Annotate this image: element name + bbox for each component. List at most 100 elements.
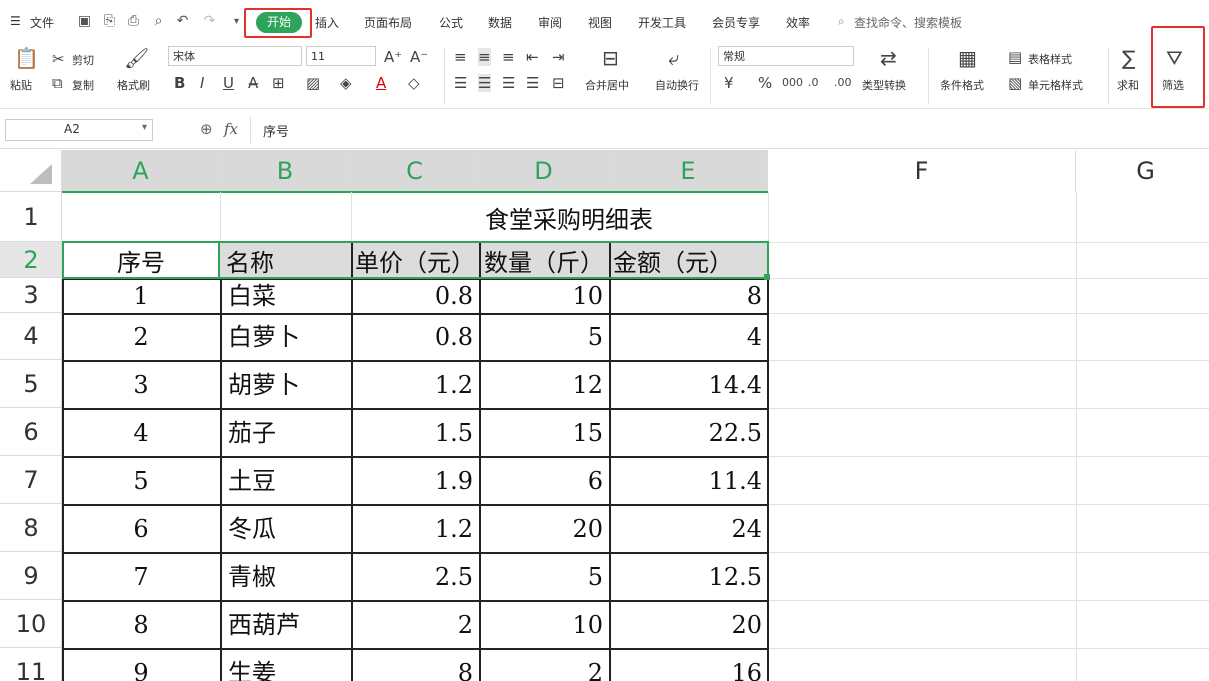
cell-e8[interactable]: 24 bbox=[611, 506, 768, 552]
cell-b6[interactable]: 茄子 bbox=[222, 410, 351, 456]
cell-c10[interactable]: 2 bbox=[353, 602, 479, 648]
column-header-a[interactable]: A bbox=[62, 150, 220, 192]
tab-developer[interactable]: 开发工具 bbox=[638, 14, 686, 31]
wrap-text-icon[interactable]: ⤶ bbox=[668, 46, 679, 70]
row-header-6[interactable]: 6 bbox=[0, 408, 62, 456]
font-name-select[interactable]: 宋体 bbox=[168, 46, 302, 66]
sum-icon[interactable]: ∑ bbox=[1122, 46, 1135, 70]
merge-center-icon[interactable]: ⊟ bbox=[602, 46, 619, 70]
align-top-icon[interactable]: ≡ bbox=[454, 48, 467, 66]
undo-icon[interactable]: ↶ bbox=[174, 13, 191, 30]
scissors-icon[interactable]: ✂ bbox=[52, 50, 65, 68]
row-header-11[interactable]: 11 bbox=[0, 648, 62, 681]
column-header-b[interactable]: B bbox=[220, 150, 351, 192]
merge-center-button[interactable]: 合并居中 bbox=[585, 77, 629, 93]
row-header-3[interactable]: 3 bbox=[0, 278, 62, 313]
search-icon[interactable]: ⌕ bbox=[838, 14, 845, 29]
copy-icon[interactable]: ⧉ bbox=[52, 74, 63, 92]
cell-b3[interactable]: 白菜 bbox=[222, 280, 351, 313]
chevron-down-icon[interactable]: ▾ bbox=[142, 122, 147, 133]
align-left-icon[interactable]: ☰ bbox=[454, 74, 467, 92]
cell-d8[interactable]: 20 bbox=[481, 506, 609, 552]
cell-a10[interactable]: 8 bbox=[62, 602, 220, 648]
row-header-8[interactable]: 8 bbox=[0, 504, 62, 552]
conditional-format-icon[interactable]: ▦ bbox=[958, 46, 977, 70]
decrease-decimal-icon[interactable]: .00 bbox=[834, 74, 852, 92]
column-header-e[interactable]: E bbox=[609, 150, 768, 192]
row-header-2[interactable]: 2 bbox=[0, 242, 62, 278]
cell-e4[interactable]: 4 bbox=[611, 315, 768, 360]
select-all-corner[interactable] bbox=[0, 150, 62, 192]
cell-c11[interactable]: 8 bbox=[353, 650, 479, 681]
cell-d5[interactable]: 12 bbox=[481, 362, 609, 408]
cell-c8[interactable]: 1.2 bbox=[353, 506, 479, 552]
underline-icon[interactable]: U bbox=[223, 74, 234, 92]
cell-b9[interactable]: 青椒 bbox=[222, 554, 351, 600]
column-header-g[interactable]: G bbox=[1076, 150, 1209, 192]
align-middle-icon[interactable]: ≡ bbox=[478, 48, 491, 66]
cell-a11[interactable]: 9 bbox=[62, 650, 220, 681]
type-convert-button[interactable]: 类型转换 bbox=[862, 77, 906, 93]
cell-c7[interactable]: 1.9 bbox=[353, 458, 479, 504]
cell-e3[interactable]: 8 bbox=[611, 280, 768, 313]
cell-d9[interactable]: 5 bbox=[481, 554, 609, 600]
tab-member[interactable]: 会员专享 bbox=[712, 14, 760, 31]
print-preview-icon[interactable]: ⌕ bbox=[150, 13, 167, 30]
sum-button[interactable]: 求和 bbox=[1117, 77, 1139, 93]
quick-access-dropdown-icon[interactable]: ▾ bbox=[228, 13, 245, 30]
tab-efficiency[interactable]: 效率 bbox=[786, 14, 810, 31]
cell-c3[interactable]: 0.8 bbox=[353, 280, 479, 313]
column-header-f[interactable]: F bbox=[768, 150, 1076, 192]
currency-icon[interactable]: ¥ bbox=[724, 74, 734, 92]
column-header-c[interactable]: C bbox=[351, 150, 479, 192]
cell-d7[interactable]: 6 bbox=[481, 458, 609, 504]
cell-d3[interactable]: 10 bbox=[481, 280, 609, 313]
cell-c5[interactable]: 1.2 bbox=[353, 362, 479, 408]
cell-b7[interactable]: 土豆 bbox=[222, 458, 351, 504]
tab-formula[interactable]: 公式 bbox=[439, 14, 463, 31]
zoom-icon[interactable]: ⊕ bbox=[200, 120, 213, 138]
cell-e5[interactable]: 14.4 bbox=[611, 362, 768, 408]
increase-decimal-icon[interactable]: .0 bbox=[808, 74, 819, 92]
cell-c6[interactable]: 1.5 bbox=[353, 410, 479, 456]
fill-color-icon[interactable]: ◈ bbox=[340, 74, 352, 92]
cell-d11[interactable]: 2 bbox=[481, 650, 609, 681]
tab-data[interactable]: 数据 bbox=[488, 14, 512, 31]
export-icon[interactable]: ⎘ bbox=[101, 13, 118, 30]
cell-b4[interactable]: 白萝卜 bbox=[222, 315, 351, 360]
paste-button[interactable]: 粘贴 bbox=[10, 77, 32, 93]
sheet-title-cell[interactable]: 食堂采购明细表 bbox=[485, 200, 765, 240]
tab-insert[interactable]: 插入 bbox=[315, 14, 339, 31]
auto-wrap-button[interactable]: 自动换行 bbox=[655, 77, 699, 93]
print-icon[interactable]: ⎙ bbox=[125, 13, 142, 30]
row-header-9[interactable]: 9 bbox=[0, 552, 62, 600]
increase-font-icon[interactable]: A⁺ bbox=[384, 48, 402, 66]
indent-icon[interactable]: ⇥ bbox=[552, 48, 565, 66]
tab-page-layout[interactable]: 页面布局 bbox=[364, 14, 412, 31]
border-icon[interactable]: ⊞ bbox=[272, 74, 285, 92]
align-right-icon[interactable]: ☰ bbox=[502, 74, 515, 92]
function-icon[interactable]: fx bbox=[224, 120, 238, 138]
cell-b5[interactable]: 胡萝卜 bbox=[222, 362, 351, 408]
cell-style-button[interactable]: 单元格样式 bbox=[1028, 77, 1083, 93]
font-size-select[interactable]: 11 bbox=[306, 46, 376, 66]
file-menu[interactable]: 文件 bbox=[30, 14, 54, 31]
format-painter-button[interactable]: 格式刷 bbox=[117, 77, 150, 93]
cell-c9[interactable]: 2.5 bbox=[353, 554, 479, 600]
formula-input[interactable]: 序号 bbox=[250, 117, 1209, 143]
cell-a7[interactable]: 5 bbox=[62, 458, 220, 504]
cell-a4[interactable]: 2 bbox=[62, 315, 220, 360]
cell-b11[interactable]: 生姜 bbox=[222, 650, 351, 681]
name-box[interactable]: A2 ▾ bbox=[5, 119, 153, 141]
distributed-icon[interactable]: ⊟ bbox=[552, 74, 565, 92]
cell-e11[interactable]: 16 bbox=[611, 650, 768, 681]
command-search[interactable]: 查找命令、搜索模板 bbox=[854, 14, 962, 31]
row-header-10[interactable]: 10 bbox=[0, 600, 62, 648]
cell-c4[interactable]: 0.8 bbox=[353, 315, 479, 360]
align-center-icon[interactable]: ☰ bbox=[478, 74, 492, 92]
cell-d10[interactable]: 10 bbox=[481, 602, 609, 648]
cell-a3[interactable]: 1 bbox=[62, 280, 220, 313]
cell-d4[interactable]: 5 bbox=[481, 315, 609, 360]
fill-handle[interactable] bbox=[764, 274, 770, 280]
row-header-1[interactable]: 1 bbox=[0, 192, 62, 242]
